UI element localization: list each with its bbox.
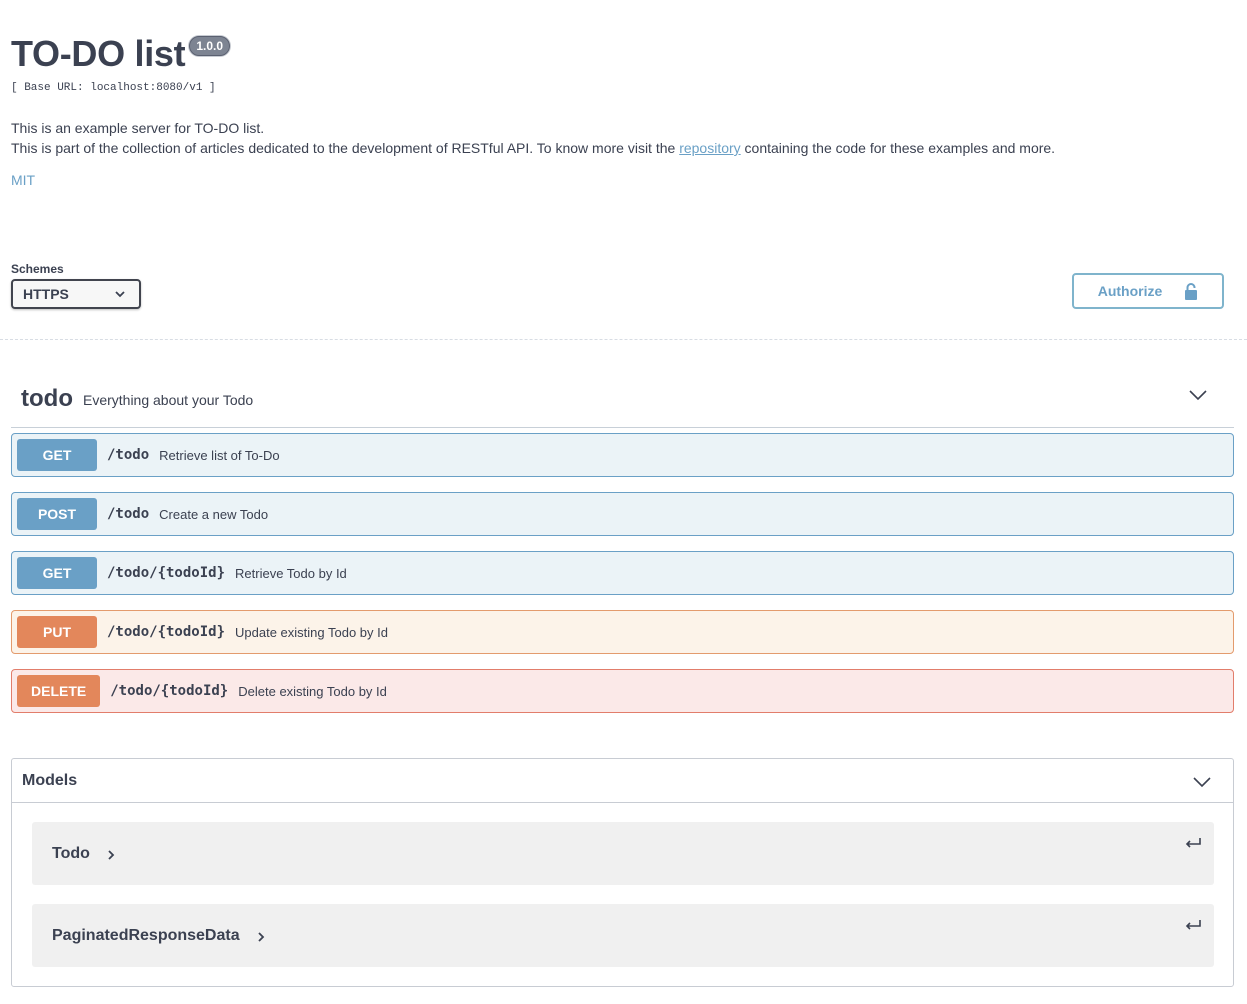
operation-path: /todo/{todoId} (110, 683, 229, 699)
description-line-2: This is part of the collection of articl… (11, 138, 1231, 158)
base-url: [ Base URL: localhost:8080/v1 ] (11, 82, 216, 94)
tag-header-todo[interactable]: todo Everything about your Todo (11, 370, 1234, 428)
operation-put-todo-by-id[interactable]: PUT /todo/{todoId} Update existing Todo … (11, 610, 1234, 654)
chevron-down-icon (115, 291, 125, 298)
description-line-1: This is an example server for TO-DO list… (11, 120, 265, 136)
operation-post-todo[interactable]: POST /todo Create a new Todo (11, 492, 1234, 536)
authorize-label: Authorize (1097, 283, 1163, 299)
operation-path: /todo/{todoId} (107, 624, 226, 640)
schemes-label: Schemes (11, 262, 64, 276)
operation-summary: Delete existing Todo by Id (238, 683, 387, 699)
description-text: This is part of the collection of articl… (11, 140, 680, 156)
model-name: Todo (52, 844, 90, 862)
section-divider (0, 339, 1247, 340)
operation-get-todo-by-id[interactable]: GET /todo/{todoId} Retrieve Todo by Id (11, 551, 1234, 595)
operation-path: /todo (107, 506, 150, 522)
models-header[interactable]: Models (12, 759, 1233, 803)
schemes-container: Schemes HTTPS (11, 262, 141, 309)
page-title: TO-DO list (11, 33, 186, 74)
description-text-end: containing the code for these examples a… (740, 140, 1056, 156)
return-icon (1185, 838, 1201, 848)
method-badge: POST (17, 498, 97, 530)
models-section: Models Todo PaginatedResponseData (11, 758, 1234, 987)
operation-summary: Create a new Todo (159, 506, 269, 522)
model-paginated-response-data[interactable]: PaginatedResponseData (32, 904, 1214, 967)
operation-summary: Retrieve list of To-Do (159, 447, 280, 463)
schemes-selected-value: HTTPS (23, 286, 69, 302)
license-link[interactable]: MIT (11, 172, 35, 188)
model-todo[interactable]: Todo (32, 822, 1214, 885)
operation-get-todo[interactable]: GET /todo Retrieve list of To-Do (11, 433, 1234, 477)
operation-summary: Update existing Todo by Id (235, 624, 388, 640)
authorize-button[interactable]: Authorize (1072, 273, 1224, 309)
method-badge: GET (17, 557, 97, 589)
operation-path: /todo (107, 447, 150, 463)
operation-summary: Retrieve Todo by Id (235, 565, 347, 581)
operation-delete-todo-by-id[interactable]: DELETE /todo/{todoId} Delete existing To… (11, 669, 1234, 713)
description: This is an example server for TO-DO list… (11, 118, 1231, 158)
version-badge: 1.0.0 (189, 36, 231, 56)
method-badge: DELETE (17, 675, 101, 707)
operation-path: /todo/{todoId} (107, 565, 226, 581)
title-row: TO-DO list 1.0.0 (11, 30, 1231, 78)
lock-icon (1185, 283, 1198, 300)
info-section: TO-DO list 1.0.0 [ Base URL: localhost:8… (11, 30, 1231, 190)
model-name: PaginatedResponseData (52, 926, 240, 944)
tag-name: todo (21, 384, 73, 412)
tag-description: Everything about your Todo (82, 391, 254, 408)
return-icon (1185, 920, 1201, 930)
models-title: Models (22, 771, 78, 789)
chevron-down-icon[interactable] (1191, 771, 1213, 793)
chevron-down-icon[interactable] (1187, 384, 1209, 406)
repository-link[interactable]: repository (679, 140, 740, 156)
chevron-right-icon (257, 931, 264, 942)
chevron-right-icon (108, 849, 115, 860)
method-badge: PUT (17, 616, 97, 648)
schemes-select[interactable]: HTTPS (11, 279, 141, 309)
method-badge: GET (17, 439, 97, 471)
